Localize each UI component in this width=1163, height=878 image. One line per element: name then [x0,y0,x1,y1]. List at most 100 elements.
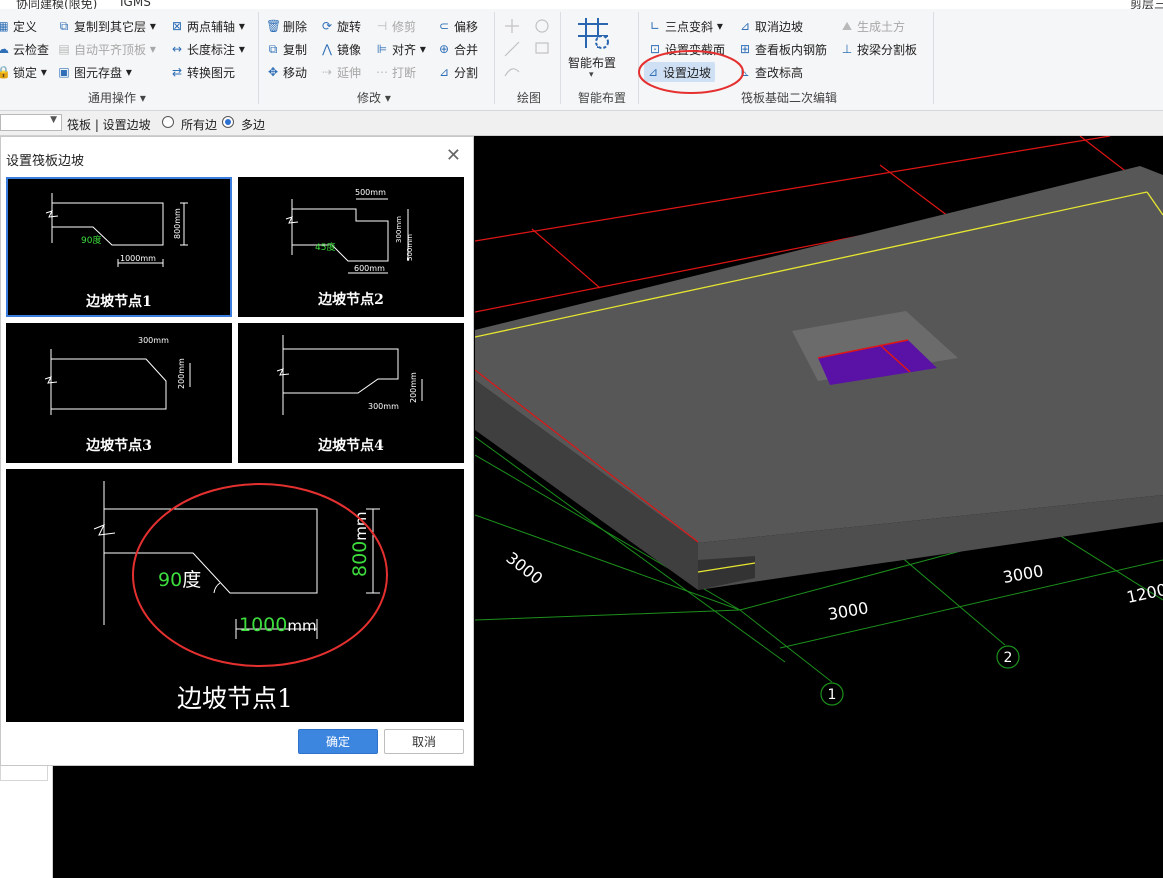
group-modify[interactable]: 修改 ▾ [357,89,391,106]
convert-icon: ⇄ [171,65,183,79]
preview-angle-label: 90度 [158,569,201,591]
group-draw: 绘图 [517,91,542,105]
trim-icon: ⊣ [376,19,388,33]
card3-width-label: 300mm [138,336,169,345]
app-subtitle: IGMS [120,0,151,9]
delete-button[interactable]: 🗑 删除 [266,16,307,36]
slope-node-1-caption: 边坡节点1 [86,294,152,310]
radio-all-label: 所有边 [181,118,218,132]
lock-button[interactable]: 🔒 锁定 ▾ [0,62,47,82]
card2-angle-label: 45度 [315,241,335,253]
app-title: 协同建模(限免) [16,0,98,9]
copy-to-floor-button[interactable]: ⧉ 复制到其它层 ▾ [57,16,156,36]
draw-tools[interactable] [500,14,556,84]
slope-node-3-card[interactable]: 300mm 200mm 边坡节点3 [6,323,232,463]
cancel-button[interactable]: 取消 [384,729,464,754]
length-dimension-button[interactable]: ↔ 长度标注 ▾ [170,39,245,59]
radio-multi-edges[interactable] [222,116,234,128]
copy-layers-icon: ⧉ [59,19,69,33]
break-icon: ⋯ [376,65,388,79]
group-general[interactable]: 通用操作 ▾ [88,89,146,106]
option-bar: ▼ 筏板 | 设置边坡 所有边 多边 [0,111,1163,136]
card3-height-label: 200mm [177,358,186,389]
title-strip: 协同建模(限免) IGMS 剪层三 [0,0,1163,9]
axis-label-1: 1 [828,687,837,703]
radio-all-edges[interactable] [162,116,174,128]
trim-button[interactable]: ⊣ 修剪 [375,16,416,36]
group-divider [494,12,495,104]
card4-width-label: 300mm [368,402,399,411]
slope-node-4-caption: 边坡节点4 [318,438,384,454]
slope-icon: ∟ [649,19,661,33]
slope-node-3-caption: 边坡节点3 [86,438,152,454]
earthwork-icon: ⛰ [841,19,853,33]
preview-width-label: 1000mm [239,614,317,636]
annotation-ellipse-ribbon [638,50,744,94]
smart-layout-icon[interactable] [576,16,610,50]
offset-button[interactable]: ⊂ 偏移 [437,16,478,36]
chevron-down-icon[interactable]: ▾ [589,70,594,80]
card4-height-label: 200mm [409,372,418,403]
model-viewport[interactable]: 3000 3000 3000 1200 1 2 [475,136,1163,878]
split-by-beam-button[interactable]: ⊥ 按梁分割板 [840,39,917,59]
copy-button[interactable]: ⧉ 复制 [266,39,307,59]
card2-h1-label: 300mm [395,216,403,243]
smart-layout-button[interactable]: 智能布置 [568,54,616,71]
slope-dialog: 设置筏板边坡 ✕ 90度 1000mm 800mm 边坡节点1 500mm 30… [0,136,474,766]
left-panel [0,765,53,878]
move-button[interactable]: ✥ 移动 [266,62,307,82]
split-button[interactable]: ⊿ 分割 [437,62,478,82]
define-button[interactable]: ▦ 定义 [0,16,37,36]
save-disk-icon: ▣ [58,65,70,79]
auto-align-slab-button[interactable]: ▤ 自动平齐顶板 ▾ [57,39,156,59]
ok-button[interactable]: 确定 [298,729,378,754]
three-point-slope-button[interactable]: ∟ 三点变斜 ▾ [648,16,723,36]
merge-button[interactable]: ⊕ 合并 [437,39,478,59]
align-button[interactable]: ⊫ 对齐 ▾ [375,39,426,59]
left-panel-cell[interactable] [0,765,48,781]
slope-node-1-card[interactable]: 90度 1000mm 800mm 边坡节点1 [6,177,232,317]
cloud-check-button[interactable]: ☁ 云检查 [0,39,49,59]
extend-button[interactable]: ⇢ 延伸 [320,62,361,82]
floor-select[interactable]: ▼ [0,114,62,131]
radio-multi-label: 多边 [241,118,266,132]
axis-icon: ⊠ [171,19,183,33]
window-title-right: 剪层三 [1130,0,1163,9]
cancel-slope-icon: ⊿ [739,19,751,33]
two-point-axis-button[interactable]: ⊠ 两点辅轴 ▾ [170,16,245,36]
define-icon: ▦ [0,19,9,33]
save-element-button[interactable]: ▣ 图元存盘 ▾ [57,62,132,82]
dialog-title: 设置筏板边坡 [6,154,85,169]
move-icon: ✥ [267,65,279,79]
group-divider [258,12,259,104]
slope-node-4-card[interactable]: 300mm 200mm 边坡节点4 [238,323,464,463]
axis-label-2: 2 [1004,650,1013,666]
view-rebar-button[interactable]: ⊞ 查看板内钢筋 [738,39,827,59]
card1-width-label: 1000mm [120,254,156,263]
generate-earthwork-button[interactable]: ⛰ 生成土方 [840,16,905,36]
cancel-slope-button[interactable]: ⊿ 取消边坡 [738,16,803,36]
preview-caption: 边坡节点1 [177,684,293,713]
slope-node-2-card[interactable]: 500mm 300mm 500mm 45度 600mm 边坡节点2 [238,177,464,317]
align-slab-icon: ▤ [58,42,70,56]
option-label: 筏板 | 设置边坡 [67,118,151,132]
preview-height-label: 800mm [349,512,371,578]
merge-icon: ⊕ [438,42,450,56]
group-raft-edit: 筏板基础二次编辑 [741,91,838,105]
break-button[interactable]: ⋯ 打断 [375,62,416,82]
rotate-button[interactable]: ⟳ 旋转 [320,16,361,36]
card2-bottom-label: 600mm [354,264,385,273]
close-icon[interactable]: ✕ [446,145,461,166]
group-divider [560,12,561,104]
card1-height-label: 800mm [173,208,182,239]
chevron-down-icon: ▼ [50,115,57,125]
cloud-check-icon: ☁ [0,42,9,56]
copy-icon: ⧉ [268,42,278,56]
extend-icon: ⇢ [321,65,333,79]
ribbon-toolbar: 协同建模(限免) IGMS 剪层三 ▦ 定义 ⧉ 复制到其它层 ▾ ⊠ 两点辅轴 ▾ … [0,0,1163,111]
group-divider [933,12,934,104]
mirror-button[interactable]: ⋀ 镜像 [320,39,361,59]
convert-element-button[interactable]: ⇄ 转换图元 [170,62,235,82]
split-beam-icon: ⊥ [841,42,853,56]
rotate-icon: ⟳ [321,19,333,33]
